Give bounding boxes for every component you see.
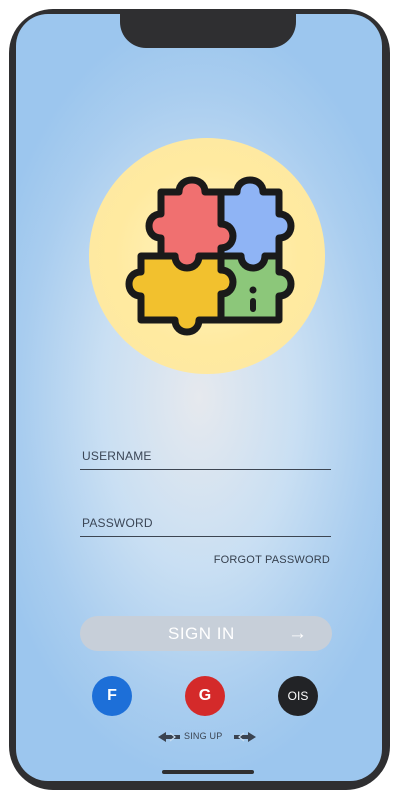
ios-login-button[interactable]: OIS xyxy=(278,676,318,716)
sign-up-link[interactable]: SING UP xyxy=(150,729,260,745)
sign-in-button[interactable]: SIGN IN → xyxy=(80,616,332,651)
phone-notch xyxy=(120,10,296,48)
puzzle-pieces-icon xyxy=(125,176,295,336)
double-arrow-right-icon xyxy=(234,732,256,742)
app-screen xyxy=(16,14,382,781)
puzzle-piece-green xyxy=(217,252,295,324)
google-login-button[interactable]: G xyxy=(185,676,225,716)
password-input[interactable] xyxy=(80,509,333,536)
puzzle-piece-yellow xyxy=(125,252,237,336)
double-arrow-left-icon xyxy=(158,732,180,742)
facebook-login-button[interactable]: F xyxy=(92,676,132,716)
username-input[interactable] xyxy=(80,443,333,469)
username-field xyxy=(80,443,333,470)
app-logo xyxy=(89,138,325,374)
sign-in-label: SIGN IN xyxy=(168,624,235,643)
forgot-password-link[interactable]: FORGOT PASSWORD xyxy=(200,554,330,566)
password-field xyxy=(80,509,333,537)
arrow-right-icon: → xyxy=(288,623,308,644)
sign-up-label: SING UP xyxy=(184,731,223,741)
home-indicator xyxy=(162,770,254,774)
